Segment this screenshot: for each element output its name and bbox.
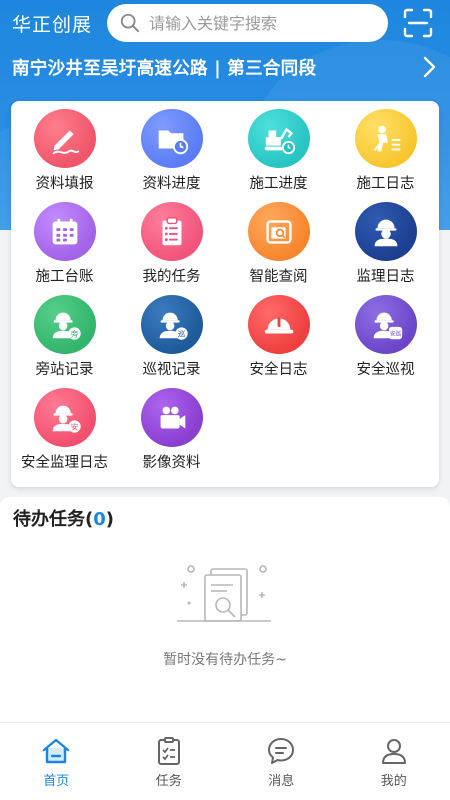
grid-icon-circle: [140, 202, 203, 261]
search-bar[interactable]: [107, 4, 388, 42]
grid-icon-circle: [354, 202, 417, 261]
grid-item-construction-progress[interactable]: 施工进度: [225, 101, 332, 193]
todo-count: 0: [93, 509, 106, 530]
grid-item-label: 巡视记录: [142, 362, 201, 378]
supervisor-icon: [374, 219, 397, 246]
badge-text: 安: [70, 421, 78, 431]
nav-item-home[interactable]: 首页: [0, 723, 113, 800]
badge-text: 旁: [70, 328, 78, 338]
badge-text: 安巡: [389, 329, 401, 337]
empty-tasks-text: 暂时没有待办任务~: [163, 652, 287, 668]
pen-icon: [52, 129, 79, 154]
grid-item-label: 智能查阅: [249, 269, 308, 285]
home-icon: [43, 738, 70, 764]
badge-text: 巡: [177, 328, 185, 338]
nav-item-profile[interactable]: 我的: [338, 723, 450, 800]
grid-icon-circle: 旁: [33, 295, 96, 354]
todo-title-text: 待办任务: [13, 509, 85, 530]
grid-item-bystander-record[interactable]: 旁 旁站记录: [11, 287, 118, 379]
search-input[interactable]: [149, 13, 369, 33]
grid-item-video-archive[interactable]: 影像资料: [118, 380, 225, 472]
folder-clock-icon: [158, 129, 188, 154]
project-selector[interactable]: 南宁沙井至吴圩高速公路 | 第三合同段: [12, 52, 438, 82]
grid-item-label: 资料填报: [35, 176, 94, 192]
grid-icon-circle: [33, 202, 96, 261]
app-title: 华正创展: [12, 14, 93, 36]
grid-item-label: 资料进度: [142, 176, 201, 192]
grid-icon-circle: 巡: [140, 295, 203, 354]
grid-icon-circle: [33, 109, 96, 168]
nav-label: 首页: [43, 774, 70, 789]
todo-count-close: ): [105, 509, 114, 530]
todo-section: 待办任务(0) 暂时没有待办任务~: [0, 497, 450, 722]
grid-item-label: 安全日志: [249, 362, 308, 378]
search-icon: [120, 13, 140, 33]
scan-icon[interactable]: [403, 8, 433, 38]
empty-tasks-illustration: [177, 565, 271, 622]
grid-item-data-progress[interactable]: 资料进度: [118, 101, 225, 193]
worker-safety-icon: 安: [52, 405, 81, 433]
project-name: 南宁沙井至吴圩高速公路 | 第三合同段: [12, 58, 317, 79]
grid-icon-circle: [247, 109, 310, 168]
document-search-icon: [265, 219, 292, 244]
grid-icon-circle: [140, 388, 203, 447]
bottom-nav: 首页 任务 消息 我的: [0, 722, 450, 800]
grid-icon-circle: [140, 109, 203, 168]
safety-helmet-icon: [264, 316, 293, 334]
grid-item-label: 旁站记录: [35, 362, 94, 378]
chevron-right-icon: [423, 56, 436, 78]
grid-icon-circle: [354, 109, 417, 168]
message-icon: [268, 738, 295, 764]
grid-item-label: 施工日志: [356, 176, 415, 192]
grid-item-label: 我的任务: [142, 269, 201, 285]
grid-item-safety-patrol[interactable]: 安巡 安全巡视: [332, 287, 439, 379]
grid-item-label: 影像资料: [142, 455, 201, 471]
worker-bystander-icon: 旁: [52, 312, 81, 340]
grid-icon-circle: 安: [33, 388, 96, 447]
todo-title: 待办任务(0): [13, 505, 114, 531]
nav-item-messages[interactable]: 消息: [225, 723, 338, 800]
grid-item-smart-lookup[interactable]: 智能查阅: [225, 194, 332, 286]
task-icon: [157, 737, 180, 765]
nav-label: 消息: [268, 774, 295, 789]
grid-item-patrol-record[interactable]: 巡 巡视记录: [118, 287, 225, 379]
worker-safety-patrol-icon: 安巡: [373, 312, 402, 339]
worker-digging-icon: [373, 125, 400, 151]
nav-label: 任务: [155, 774, 182, 789]
grid-item-construction-ledger[interactable]: 施工台账: [11, 194, 118, 286]
grid-icon-circle: [247, 295, 310, 354]
todo-count-open: (: [85, 509, 94, 530]
grid-item-safety-log[interactable]: 安全日志: [225, 287, 332, 379]
grid-item-label: 安全监理日志: [21, 455, 108, 471]
grid-item-safety-supervision-log[interactable]: 安 安全监理日志: [11, 380, 118, 472]
grid-item-data-entry[interactable]: 资料填报: [11, 101, 118, 193]
grid-item-supervision-log[interactable]: 监理日志: [332, 194, 439, 286]
grid-icon-circle: [247, 202, 310, 261]
nav-label: 我的: [380, 774, 407, 789]
user-icon: [381, 739, 406, 764]
calendar-icon: [52, 218, 77, 244]
video-camera-icon: [160, 406, 185, 428]
grid-item-label: 安全巡视: [356, 362, 415, 378]
nav-item-tasks[interactable]: 任务: [113, 723, 226, 800]
excavator-icon: [264, 127, 295, 154]
grid-icon-circle: 安巡: [354, 295, 417, 354]
worker-patrol-icon: 巡: [159, 312, 188, 340]
grid-item-my-tasks[interactable]: 我的任务: [118, 194, 225, 286]
clipboard-list-icon: [162, 216, 181, 245]
grid-item-label: 监理日志: [356, 269, 415, 285]
function-grid: 资料填报 资料进度 施工进度 施工日志 施工台账 我的任务 智能查阅 监理日志 …: [11, 101, 439, 487]
grid-item-label: 施工台账: [35, 269, 94, 285]
grid-item-construction-log[interactable]: 施工日志: [332, 101, 439, 193]
grid-item-label: 施工进度: [249, 176, 308, 192]
